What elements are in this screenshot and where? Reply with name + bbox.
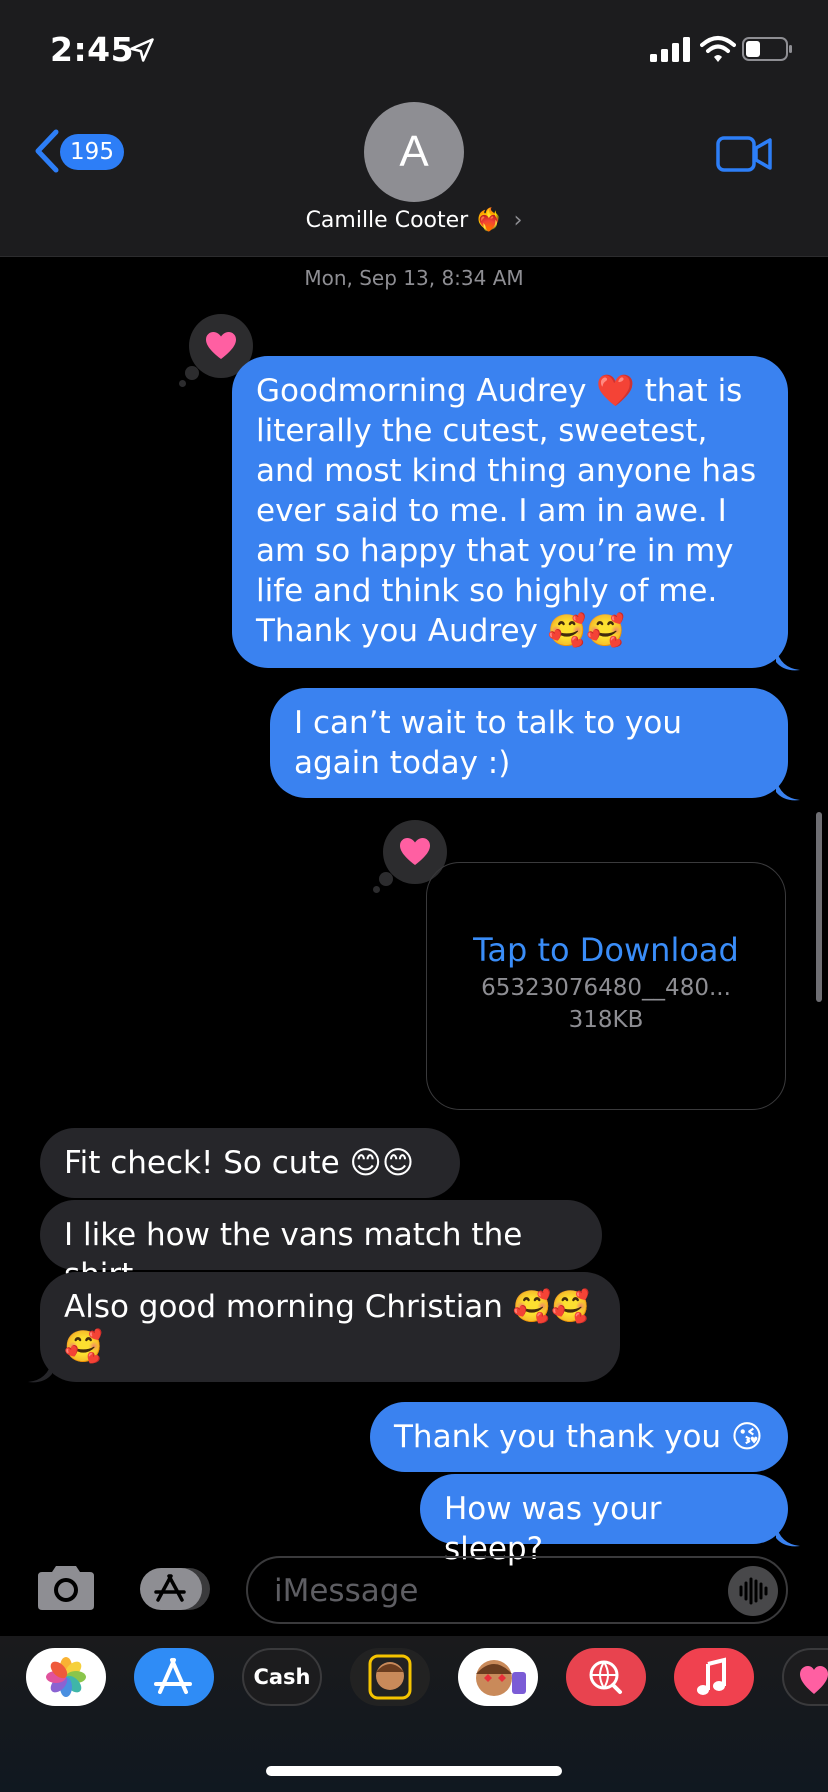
bubble-tail xyxy=(776,648,800,671)
message-text: Goodmorning Audrey ❤️ that is literally … xyxy=(256,373,757,649)
heart-icon xyxy=(206,332,236,359)
memoji-stickers-button[interactable] xyxy=(458,1648,538,1706)
incoming-message[interactable]: Also good morning Christian 🥰🥰🥰 xyxy=(40,1272,620,1382)
timestamp-time: 8:34 AM xyxy=(441,266,524,290)
outgoing-message[interactable]: How was your sleep? xyxy=(420,1474,788,1567)
video-call-icon[interactable] xyxy=(716,134,772,174)
digital-touch-heart-icon xyxy=(800,1666,828,1694)
app-store-button[interactable] xyxy=(134,1648,214,1706)
memoji-button[interactable] xyxy=(350,1648,430,1706)
outgoing-message[interactable]: I can’t wait to talk to you again today … xyxy=(270,688,788,798)
outgoing-message[interactable]: Goodmorning Audrey ❤️ that is literally … xyxy=(232,356,788,668)
app-store-apps-icon[interactable] xyxy=(138,1566,212,1612)
photos-app-button[interactable] xyxy=(26,1648,106,1706)
battery-icon xyxy=(742,37,792,61)
outgoing-message[interactable]: Thank you thank you 😘 xyxy=(370,1402,788,1472)
message-text: Also good morning Christian 🥰🥰🥰 xyxy=(64,1289,591,1365)
incoming-message[interactable]: Fit check! So cute 😊😊 xyxy=(40,1128,460,1198)
chevron-right-icon: › xyxy=(513,208,523,233)
contact-name-row[interactable]: Camille Cooter ❤️‍🔥 › xyxy=(0,208,828,233)
digital-touch-button[interactable] xyxy=(782,1648,828,1706)
contact-name: Camille Cooter xyxy=(305,208,469,233)
location-arrow-icon xyxy=(130,38,154,62)
attachment-filename: 65323076480__480... xyxy=(481,975,731,1001)
images-search-button[interactable] xyxy=(566,1648,646,1706)
cellular-signal-icon xyxy=(650,37,690,62)
globe-search-icon xyxy=(589,1660,622,1694)
imessage-input[interactable] xyxy=(272,1570,676,1612)
music-note-icon xyxy=(697,1657,726,1695)
contact-avatar[interactable]: A xyxy=(364,102,464,202)
status-time: 2:45 xyxy=(50,30,135,69)
wifi-icon xyxy=(700,36,736,62)
timestamp-day: Mon, Sep 13, xyxy=(304,266,436,290)
audio-message-button[interactable] xyxy=(728,1566,778,1616)
music-button[interactable] xyxy=(674,1648,754,1706)
bubble-tail xyxy=(776,778,800,801)
message-timestamp: Mon, Sep 13, 8:34 AM xyxy=(0,266,828,290)
attachment-download[interactable]: Tap to Download 65323076480__480... 318K… xyxy=(426,862,786,1110)
incoming-message[interactable]: I like how the vans match the shirt xyxy=(40,1200,602,1293)
memoji-stickers-icon xyxy=(476,1660,526,1696)
message-text: I can’t wait to talk to you again today … xyxy=(294,705,682,781)
message-input-container xyxy=(246,1556,788,1624)
home-indicator[interactable] xyxy=(266,1766,562,1776)
message-text: Thank you thank you 😘 xyxy=(394,1419,764,1455)
waveform-icon xyxy=(739,1577,768,1605)
apple-cash-button[interactable]: Cash xyxy=(242,1648,322,1706)
memoji-icon xyxy=(368,1654,412,1700)
scroll-indicator[interactable] xyxy=(816,812,822,1002)
camera-icon[interactable] xyxy=(34,1562,98,1614)
tap-to-download-link[interactable]: Tap to Download xyxy=(427,931,785,969)
bubble-tail xyxy=(28,1360,52,1383)
bubble-tail xyxy=(776,1524,800,1547)
unread-count-badge[interactable]: 195 xyxy=(60,134,124,170)
attachment-size: 318KB xyxy=(568,1007,644,1033)
heart-icon xyxy=(400,838,430,865)
cash-label: Cash xyxy=(253,1665,311,1689)
app-store-icon xyxy=(154,1658,192,1694)
back-chevron-icon[interactable] xyxy=(32,128,62,174)
photos-icon xyxy=(46,1657,86,1697)
message-text: Fit check! So cute 😊😊 xyxy=(64,1145,415,1181)
heart-on-fire-emoji: ❤️‍🔥 xyxy=(475,208,503,233)
